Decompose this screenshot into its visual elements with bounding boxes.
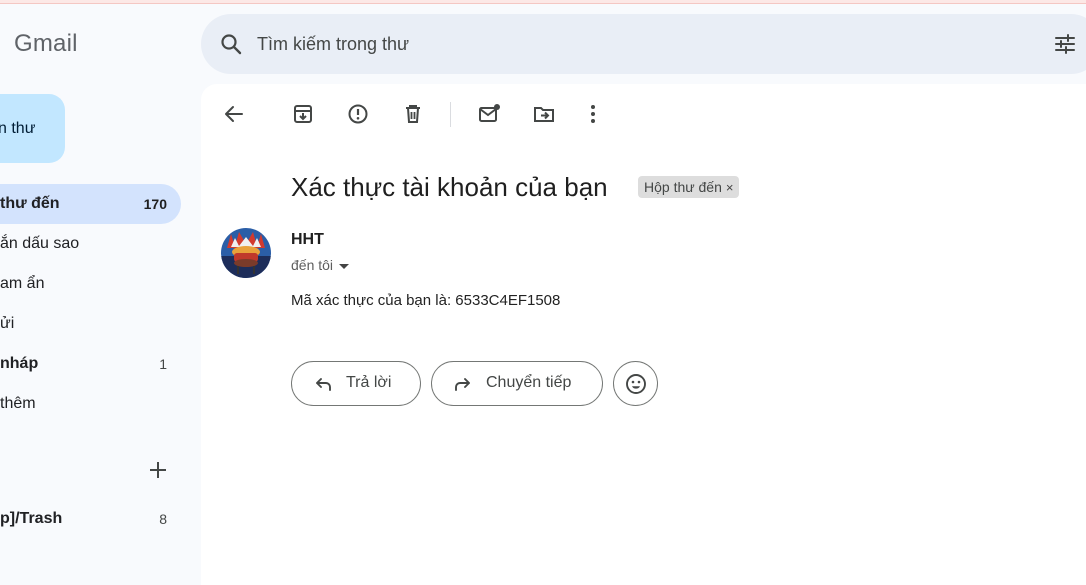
sidebar-item-label: thêm	[0, 395, 36, 412]
smiley-icon	[626, 374, 646, 394]
drafts-count: 1	[159, 356, 167, 372]
toolbar-divider	[450, 102, 451, 127]
message-view: Xác thực tài khoản của bạn Hộp thư đến × …	[201, 84, 1086, 585]
reply-button[interactable]: Trả lời	[291, 361, 421, 406]
search-input[interactable]: Tìm kiếm trong thư	[257, 34, 409, 55]
avatar-image	[221, 228, 271, 278]
delete-icon[interactable]	[401, 102, 425, 126]
compose-button[interactable]: n thư	[0, 94, 65, 163]
sidebar-item-sent[interactable]: ửi	[0, 304, 181, 344]
sidebar-item-trash-label[interactable]: p]/Trash 8	[0, 499, 181, 539]
forward-icon	[455, 378, 470, 391]
move-to-icon[interactable]	[532, 102, 556, 126]
sidebar-item-label: thư đến	[0, 195, 60, 212]
chevron-down-icon[interactable]	[339, 263, 350, 269]
email-subject: Xác thực tài khoản của bạn	[291, 172, 608, 202]
email-body: Mã xác thực của bạn là: 6533C4EF1508	[291, 292, 561, 309]
label-chip-inbox[interactable]: Hộp thư đến ×	[638, 176, 740, 198]
forward-button[interactable]: Chuyển tiếp	[431, 361, 603, 406]
add-label-icon[interactable]	[147, 459, 169, 481]
forward-label: Chuyển tiếp	[486, 374, 572, 391]
sidebar-item-label: nháp	[0, 355, 39, 372]
sender-avatar[interactable]	[221, 228, 271, 278]
sidebar-item-inbox[interactable]: thư đến 170	[0, 184, 181, 224]
mark-unread-icon[interactable]	[477, 102, 501, 126]
top-banner-strip	[0, 0, 1086, 4]
archive-icon[interactable]	[291, 102, 315, 126]
sidebar-item-label: ửi	[0, 315, 15, 332]
back-arrow-icon[interactable]	[222, 102, 246, 126]
sidebar-item-starred[interactable]: ắn dấu sao	[0, 224, 181, 264]
compose-label: n thư	[0, 120, 36, 137]
sender-name: HHT	[291, 231, 324, 248]
recipient-details[interactable]: đến tôi	[291, 257, 350, 273]
sidebar-item-more[interactable]: thêm	[0, 384, 181, 424]
more-options-icon[interactable]	[581, 102, 605, 126]
reply-icon	[316, 378, 331, 391]
sidebar-item-label: am ẩn	[0, 275, 45, 292]
reply-label: Trả lời	[346, 374, 392, 391]
recipient-text: đến tôi	[291, 257, 334, 273]
gmail-logo-text[interactable]: Gmail	[14, 30, 78, 58]
sidebar-item-label: p]/Trash	[0, 510, 63, 527]
sidebar-item-label: ắn dấu sao	[0, 235, 80, 252]
remove-label-icon[interactable]: ×	[726, 180, 734, 195]
search-options-icon[interactable]	[1053, 32, 1077, 56]
sidebar-item-drafts[interactable]: nháp 1	[0, 344, 181, 384]
label-chip-text: Hộp thư đến	[644, 179, 722, 195]
trash-count: 8	[159, 511, 167, 527]
unread-count: 170	[143, 196, 167, 212]
emoji-reaction-button[interactable]	[613, 361, 658, 406]
sidebar-item-snoozed[interactable]: am ẩn	[0, 264, 181, 304]
search-icon[interactable]	[219, 32, 243, 56]
search-bar[interactable]: Tìm kiếm trong thư	[201, 14, 1086, 74]
report-spam-icon[interactable]	[346, 102, 370, 126]
